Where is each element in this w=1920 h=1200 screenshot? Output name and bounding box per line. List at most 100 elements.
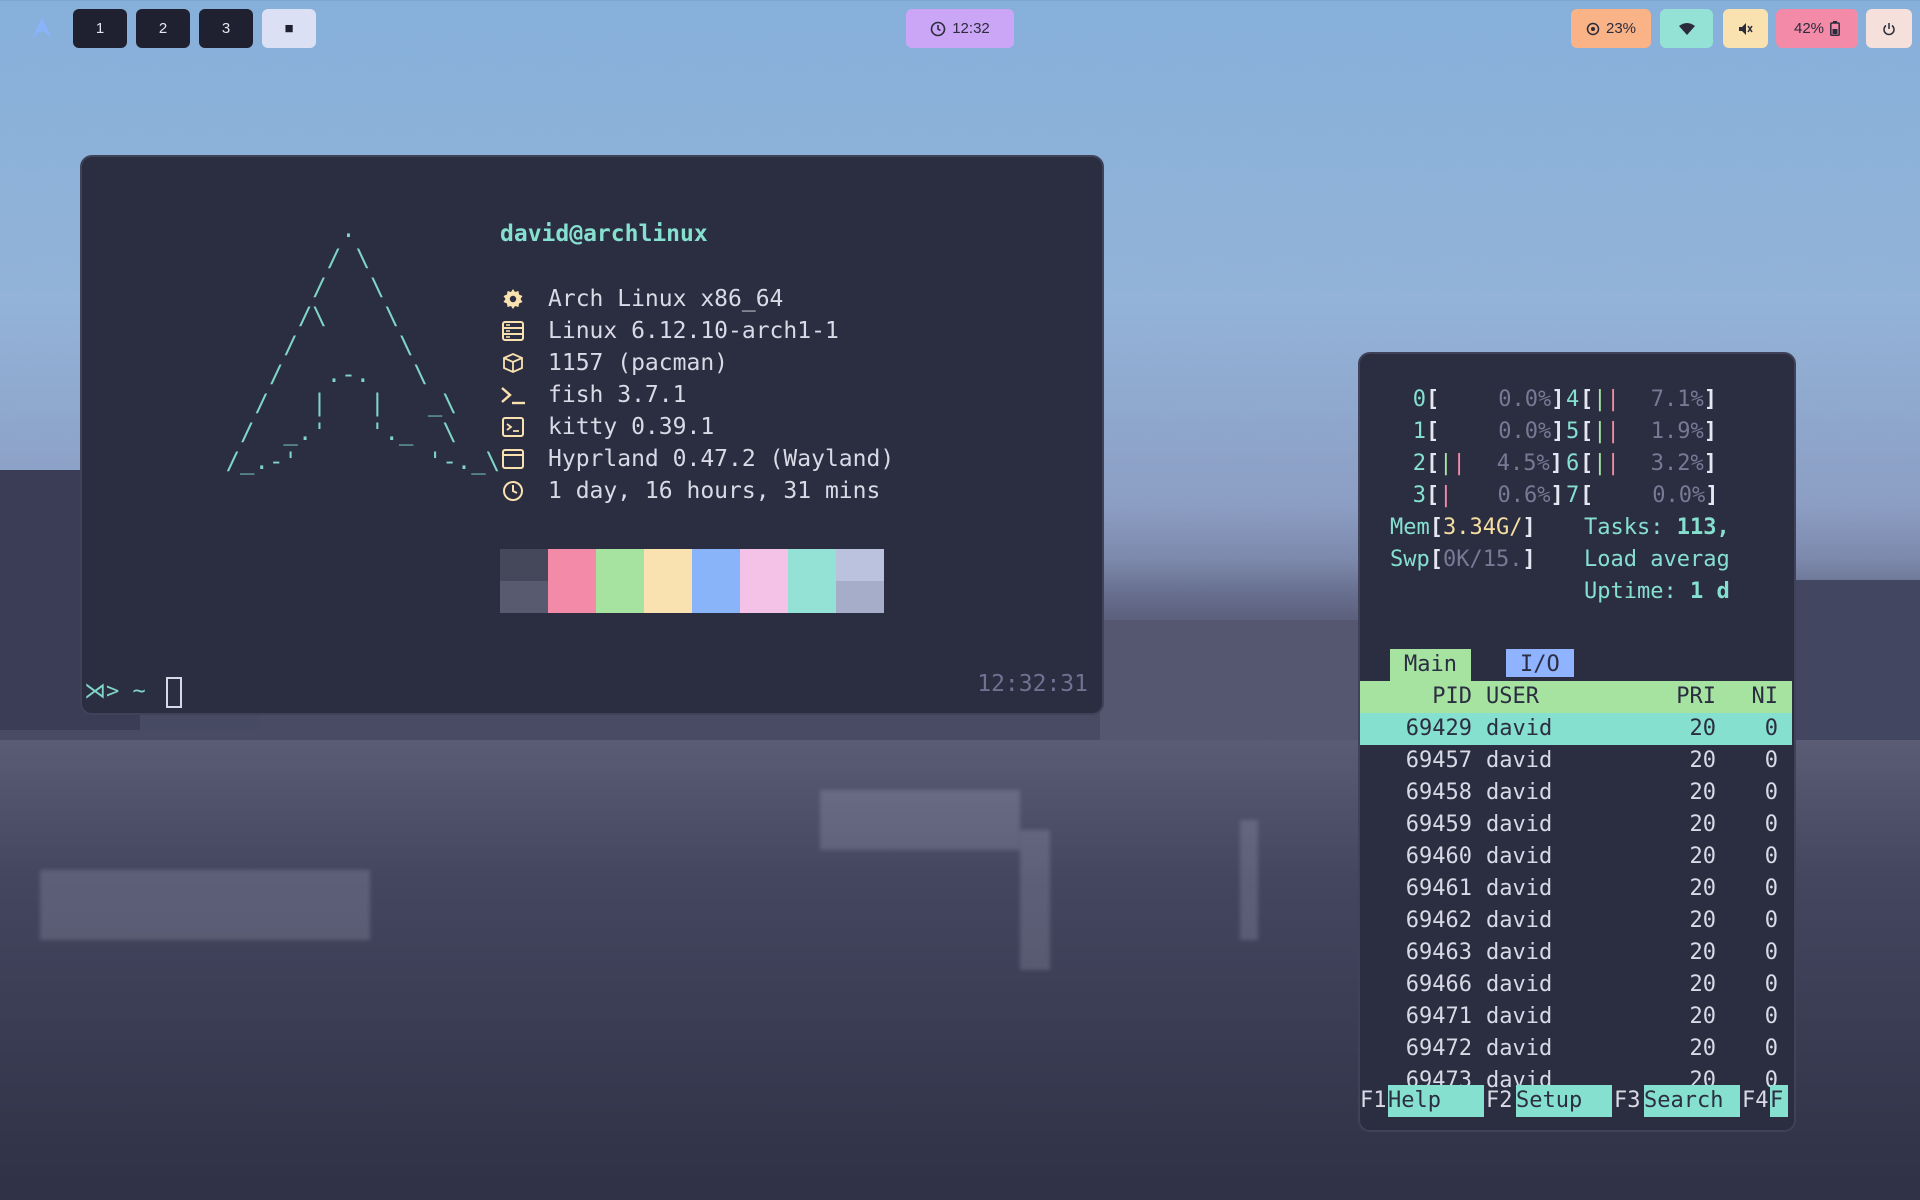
cpu-meter-7: 7[0.0%] xyxy=(1566,483,1719,508)
server-icon xyxy=(500,318,526,344)
process-user: david xyxy=(1486,780,1553,805)
process-row[interactable]: 69461 david 20 0 xyxy=(1360,873,1792,905)
cpu-meter-1: 1[0.0%] xyxy=(1412,419,1565,444)
memory-meter: Mem[3.34G/] xyxy=(1390,515,1536,540)
cpu-usage-text: 23% xyxy=(1605,20,1637,37)
process-user: david xyxy=(1486,876,1553,901)
process-priority: 20 xyxy=(1689,780,1717,805)
process-row[interactable]: 69462 david 20 0 xyxy=(1360,905,1792,937)
workspace-3-button[interactable]: 3 xyxy=(199,9,253,48)
process-nice: 0 xyxy=(1764,812,1778,837)
process-priority: 20 xyxy=(1689,972,1717,997)
workspace-2-button[interactable]: 2 xyxy=(136,9,190,48)
process-user: david xyxy=(1486,748,1553,773)
process-row[interactable]: 69458 david 20 0 xyxy=(1360,777,1792,809)
window-icon xyxy=(500,446,526,472)
process-table-header[interactable]: PID USER PRI NI xyxy=(1360,681,1792,713)
process-nice: 0 xyxy=(1764,748,1778,773)
f2-key: F2 xyxy=(1486,1088,1513,1113)
arch-logo-icon[interactable] xyxy=(30,16,54,40)
workspace-1-button[interactable]: 1 xyxy=(73,9,127,48)
cpu-meter-0: 0[0.0%] xyxy=(1412,387,1565,412)
process-nice: 0 xyxy=(1764,972,1778,997)
clock-text: 12:32 xyxy=(952,20,990,37)
process-user: david xyxy=(1486,908,1553,933)
process-pid: 69463 xyxy=(1405,940,1472,965)
os-row: Arch Linux x86_64 xyxy=(500,283,783,315)
filter-button[interactable]: F xyxy=(1770,1085,1788,1117)
wifi-widget[interactable] xyxy=(1660,9,1713,48)
column-user[interactable]: USER xyxy=(1486,681,1539,713)
process-row[interactable]: 69463 david 20 0 xyxy=(1360,937,1792,969)
shell-text: fish 3.7.1 xyxy=(548,382,687,408)
battery-icon xyxy=(1830,21,1840,36)
package-icon xyxy=(500,350,526,376)
cpu-widget[interactable]: 23% xyxy=(1571,9,1651,48)
wm-text: Hyprland 0.47.2 (Wayland) xyxy=(548,446,895,472)
palette-swatch-bottom-3 xyxy=(644,581,692,613)
tab-io[interactable]: I/O xyxy=(1506,649,1574,677)
user-host-label: david@archlinux xyxy=(500,221,708,247)
help-button[interactable]: Help xyxy=(1388,1085,1484,1117)
battery-widget[interactable]: 42% xyxy=(1776,9,1858,48)
palette-swatch-top-3 xyxy=(644,549,692,581)
process-user: david xyxy=(1486,1036,1553,1061)
process-pid: 69466 xyxy=(1405,972,1472,997)
terminal-row: kitty 0.39.1 xyxy=(500,411,714,443)
palette-swatch-bottom-4 xyxy=(692,581,740,613)
process-row[interactable]: 69466 david 20 0 xyxy=(1360,969,1792,1001)
process-nice: 0 xyxy=(1764,780,1778,805)
workspace-active-button[interactable]: ■ xyxy=(262,9,316,48)
process-priority: 20 xyxy=(1689,812,1717,837)
process-row-selected[interactable]: 69429 david 20 0 xyxy=(1360,713,1792,745)
packages-row: 1157 (pacman) xyxy=(500,347,728,379)
power-button[interactable] xyxy=(1866,9,1912,48)
clock-widget[interactable]: 12:32 xyxy=(906,9,1014,48)
palette-swatch-bottom-0 xyxy=(500,581,548,613)
swap-meter: Swp[0K/15.] xyxy=(1390,547,1536,572)
kernel-text: Linux 6.12.10-arch1-1 xyxy=(548,318,839,344)
f1-key: F1 xyxy=(1360,1088,1387,1113)
palette-swatch-bottom-5 xyxy=(740,581,788,613)
process-priority: 20 xyxy=(1689,844,1717,869)
process-row[interactable]: 69460 david 20 0 xyxy=(1360,841,1792,873)
process-priority: 20 xyxy=(1689,908,1717,933)
f4-key: F4 xyxy=(1742,1088,1769,1113)
process-nice: 0 xyxy=(1764,1036,1778,1061)
process-user: david xyxy=(1486,716,1553,741)
htop-terminal-window[interactable]: 0[0.0%] 1[0.0%] 2[| | 4.5%] 3[| 0.6%] 4[| | 7… xyxy=(1358,352,1796,1132)
packages-text: 1157 (pacman) xyxy=(548,350,729,376)
volume-widget[interactable] xyxy=(1723,9,1768,48)
column-pri[interactable]: PRI xyxy=(1660,681,1716,713)
process-nice: 0 xyxy=(1764,908,1778,933)
palette-swatch-top-4 xyxy=(692,549,740,581)
process-pid: 69461 xyxy=(1405,876,1472,901)
process-row[interactable]: 69457 david 20 0 xyxy=(1360,745,1792,777)
palette-swatch-bottom-2 xyxy=(596,581,644,613)
shell-row: fish 3.7.1 xyxy=(500,379,686,411)
process-nice: 0 xyxy=(1764,716,1778,741)
process-pid: 69462 xyxy=(1405,908,1472,933)
text-cursor[interactable] xyxy=(166,677,182,708)
column-ni[interactable]: NI xyxy=(1736,681,1779,713)
process-row[interactable]: 69472 david 20 0 xyxy=(1360,1033,1792,1065)
fastfetch-terminal-window[interactable]: . / \ / \ /\ \ / \ / .-. \ / | | _\ / _.… xyxy=(80,155,1104,715)
process-priority: 20 xyxy=(1689,1004,1717,1029)
tab-main[interactable]: Main xyxy=(1390,649,1471,681)
load-average-info: Load averag xyxy=(1584,547,1730,572)
process-priority: 20 xyxy=(1689,1036,1717,1061)
palette-swatch-top-2 xyxy=(596,549,644,581)
setup-button[interactable]: Setup xyxy=(1516,1085,1612,1117)
process-pid: 69471 xyxy=(1405,1004,1472,1029)
search-button[interactable]: Search xyxy=(1644,1085,1740,1117)
column-pid[interactable]: PID xyxy=(1390,681,1472,713)
process-nice: 0 xyxy=(1764,844,1778,869)
wm-row: Hyprland 0.47.2 (Wayland) xyxy=(500,443,894,475)
process-row[interactable]: 69459 david 20 0 xyxy=(1360,809,1792,841)
uptime-row: 1 day, 16 hours, 31 mins xyxy=(500,475,880,507)
palette-swatch-bottom-6 xyxy=(788,581,836,613)
cpu-meter-5: 5[| | 1.9%] xyxy=(1566,419,1717,444)
process-nice: 0 xyxy=(1764,940,1778,965)
palette-swatch-top-0 xyxy=(500,549,548,581)
process-row[interactable]: 69471 david 20 0 xyxy=(1360,1001,1792,1033)
